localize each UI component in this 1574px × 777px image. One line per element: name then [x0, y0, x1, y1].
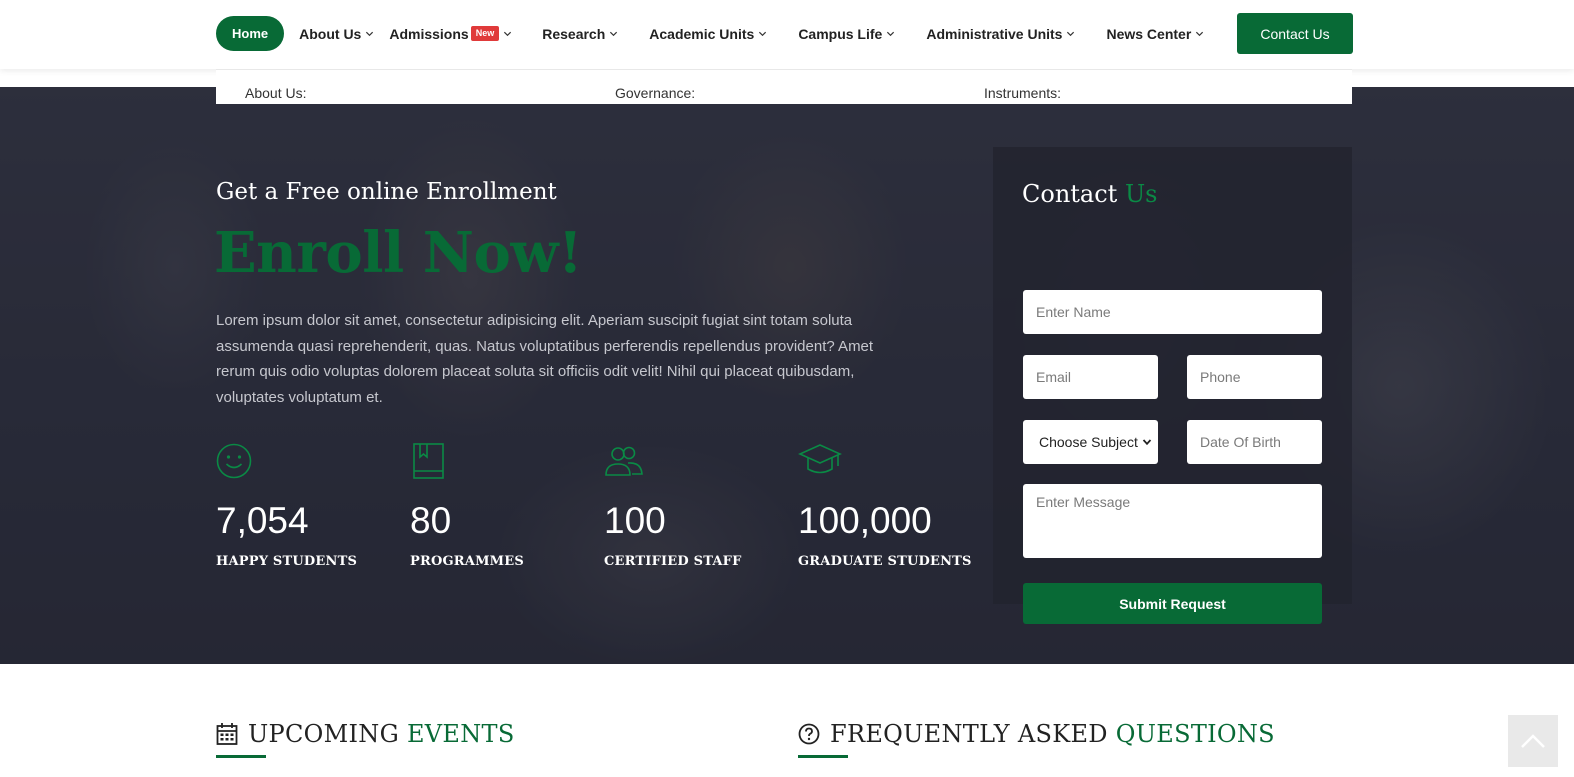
chevron-down-icon: [610, 31, 618, 37]
main-nav: Home About Us Admissions New Research Ac…: [216, 16, 1219, 51]
events-title-main: UPCOMING: [248, 720, 400, 748]
dropdown-heading-instruments[interactable]: Instruments:: [984, 85, 1061, 101]
date-of-birth-input[interactable]: [1187, 420, 1322, 464]
subject-select-value: Choose Subject: [1039, 434, 1138, 450]
faq-title-main: FREQUENTLY ASKED: [830, 720, 1108, 748]
stat-happy-students: 7,054 HAPPY STUDENTS: [216, 442, 357, 569]
contact-form-panel: Contact Us Choose Subject Enter Message …: [993, 147, 1352, 624]
nav-campus-life[interactable]: Campus Life: [798, 16, 895, 51]
upcoming-events-title: UPCOMING EVENTS: [248, 720, 515, 748]
scroll-to-top-button[interactable]: [1508, 715, 1558, 767]
hero-section: Get a Free online Enrollment Enroll Now!…: [0, 87, 1574, 664]
nav-administrative-units[interactable]: Administrative Units: [926, 16, 1075, 51]
submit-request-button[interactable]: Submit Request: [1023, 583, 1322, 624]
stat-label: HAPPY STUDENTS: [216, 554, 358, 569]
nav-about-us-label: About Us: [299, 25, 362, 42]
nav-news-center[interactable]: News Center: [1106, 16, 1204, 51]
graduation-cap-icon: [798, 444, 842, 474]
nav-news-center-label: News Center: [1106, 25, 1192, 42]
nav-research[interactable]: Research: [542, 16, 618, 51]
contact-form-title-main: Contact: [1022, 180, 1118, 208]
nav-admissions-label: Admissions: [389, 25, 469, 42]
events-title-accent: EVENTS: [406, 720, 515, 748]
email-input[interactable]: [1023, 355, 1158, 399]
subject-select[interactable]: Choose Subject: [1023, 420, 1158, 464]
contact-form-title: Contact Us: [1022, 180, 1158, 208]
contact-us-button[interactable]: Contact Us: [1237, 13, 1353, 54]
nav-administrative-units-label: Administrative Units: [926, 25, 1063, 42]
stat-certified-staff: 100 CERTIFIED STAFF: [604, 442, 742, 569]
stat-value: 80: [410, 500, 452, 541]
nav-home-label: Home: [232, 26, 269, 41]
stat-value: 7,054: [216, 500, 309, 541]
book-icon: [413, 443, 444, 479]
dropdown-heading-governance[interactable]: Governance:: [615, 85, 695, 101]
stat-value: 100: [604, 500, 666, 541]
nav-academic-units[interactable]: Academic Units: [649, 16, 767, 51]
stat-label: GRADUATE STUDENTS: [798, 554, 972, 569]
contact-form-title-accent: Us: [1124, 180, 1158, 208]
dropdown-heading-about[interactable]: About Us:: [245, 85, 306, 101]
nav-research-label: Research: [542, 25, 606, 42]
calendar-icon: [216, 723, 238, 745]
message-textarea[interactable]: Enter Message: [1023, 484, 1322, 558]
events-heading-underline: [216, 755, 266, 758]
faq-title: FREQUENTLY ASKED QUESTIONS: [830, 720, 1275, 748]
faq-heading: FREQUENTLY ASKED QUESTIONS: [798, 720, 1275, 748]
upcoming-events-heading: UPCOMING EVENTS: [216, 720, 515, 748]
faq-title-accent: QUESTIONS: [1115, 720, 1275, 748]
name-input[interactable]: [1023, 290, 1322, 334]
faq-heading-underline: [798, 755, 848, 758]
chevron-down-icon: [1142, 439, 1152, 446]
stat-value: 100,000: [798, 500, 932, 541]
chevron-down-icon: [759, 31, 767, 37]
stat-label: PROGRAMMES: [410, 554, 524, 569]
nav-home[interactable]: Home: [216, 16, 285, 51]
nav-about-us[interactable]: About Us: [299, 16, 374, 51]
new-badge: New: [470, 26, 500, 41]
stat-graduate-students: 100,000 GRADUATE STUDENTS: [798, 442, 972, 569]
hero-description: Lorem ipsum dolor sit amet, consectetur …: [216, 312, 874, 406]
chevron-down-icon: [1196, 31, 1204, 37]
chevron-down-icon: [1067, 31, 1075, 37]
nav-admissions[interactable]: Admissions New: [389, 16, 512, 51]
about-dropdown-menu: About Us: Governance: Instruments:: [216, 69, 1352, 104]
question-circle-icon: [798, 723, 820, 745]
nav-academic-units-label: Academic Units: [649, 25, 755, 42]
chevron-down-icon: [887, 31, 895, 37]
stat-programmes: 80 PROGRAMMES: [410, 442, 524, 569]
stat-label: CERTIFIED STAFF: [604, 554, 742, 569]
hero-subtitle: Get a Free online Enrollment: [216, 179, 557, 205]
chevron-down-icon: [366, 31, 374, 37]
chevron-up-icon: [1521, 734, 1545, 748]
chevron-down-icon: [504, 31, 512, 37]
users-icon: [605, 446, 643, 476]
nav-campus-life-label: Campus Life: [798, 25, 883, 42]
phone-input[interactable]: [1187, 355, 1322, 399]
smile-icon: [216, 443, 252, 479]
hero-title: Enroll Now!: [214, 220, 583, 286]
top-navbar: Home About Us Admissions New Research Ac…: [0, 0, 1574, 69]
